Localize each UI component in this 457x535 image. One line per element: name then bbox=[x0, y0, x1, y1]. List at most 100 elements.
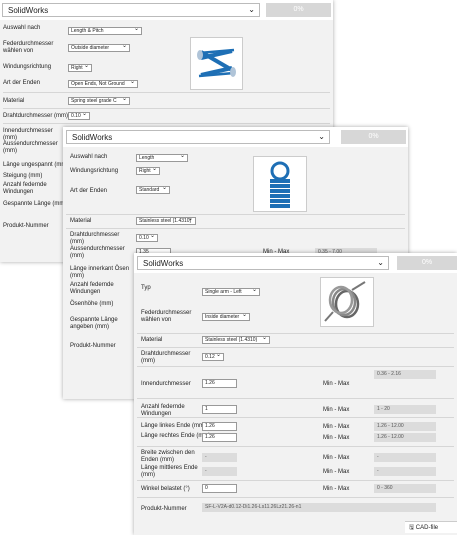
laenge-mittel-input: - bbox=[202, 467, 237, 476]
divider bbox=[3, 123, 330, 124]
breite-input: - bbox=[202, 453, 237, 462]
divider bbox=[137, 497, 454, 498]
chevron-down-icon: ⌄ bbox=[377, 258, 384, 267]
typ-label: Typ bbox=[141, 285, 151, 291]
app-select[interactable]: SolidWorks ⌄ bbox=[2, 3, 260, 17]
app-select-value: SolidWorks bbox=[143, 259, 184, 268]
enden-select[interactable]: Standard bbox=[136, 186, 170, 194]
divider bbox=[137, 480, 454, 481]
aussendurchmesser-label: Aussendurchmesser (mm) bbox=[70, 246, 125, 259]
divider bbox=[137, 417, 454, 418]
laenge-ungespannt-label: Länge ungespannt (mm) bbox=[3, 162, 69, 168]
divider bbox=[137, 366, 454, 367]
drahtdurchmesser-select[interactable]: 0.12 bbox=[202, 353, 224, 361]
breite-label: Breite zwischen den Enden (mm) bbox=[141, 450, 195, 463]
laenge-links-label: Länge linkes Ende (mm) bbox=[141, 423, 207, 429]
laenge-links-range: 1.26 - 12.00 bbox=[374, 422, 436, 431]
material-label: Material bbox=[141, 337, 163, 343]
typ-select[interactable]: Single arm - Left bbox=[202, 288, 260, 296]
spring-config-panel-torsion: SolidWorks ⌄ 0% Typ Single arm - Left Fe… bbox=[134, 253, 457, 535]
breite-minmax: Min - Max bbox=[323, 455, 350, 461]
auswahl-label: Auswahl nach bbox=[70, 154, 108, 160]
gespannte-laenge-label: Gespannte Länge angeben (mm) bbox=[70, 317, 118, 330]
chevron-down-icon: ⌄ bbox=[248, 5, 255, 14]
torsion-spring-image bbox=[320, 277, 374, 327]
auswahl-label: Auswahl nach bbox=[3, 25, 41, 31]
enden-label: Art der Enden bbox=[70, 188, 108, 194]
app-select-value: SolidWorks bbox=[8, 6, 49, 15]
breite-range: - bbox=[374, 453, 436, 462]
download-icon: 🖫 bbox=[409, 525, 415, 531]
oesenhoehe-label: Ösenhöhe (mm) bbox=[70, 301, 114, 307]
produkt-nummer-label: Produkt-Nummer bbox=[3, 223, 49, 229]
enden-select[interactable]: Open Ends, Not Ground bbox=[68, 80, 138, 88]
laenge-links-minmax: Min - Max bbox=[323, 424, 350, 430]
auswahl-select[interactable]: Length & Pitch bbox=[68, 27, 142, 35]
steigung-label: Steigung (mm) bbox=[3, 173, 43, 179]
federdurchmesser-label: Federdurchmesser wählen von bbox=[141, 310, 192, 323]
progress-indicator: 0% bbox=[397, 256, 457, 270]
anzahl-label: Anzahl federnde Windungen bbox=[141, 404, 185, 417]
winkel-input[interactable]: 0 bbox=[202, 484, 237, 493]
windungsrichtung-select[interactable]: Right bbox=[136, 167, 160, 175]
federdurchmesser-select[interactable]: Outside diameter bbox=[68, 44, 130, 52]
app-select-value: SolidWorks bbox=[72, 133, 113, 142]
material-label: Material bbox=[3, 98, 25, 104]
laenge-mittel-range: - bbox=[374, 467, 436, 476]
drahtdurchmesser-select[interactable]: 0.10 bbox=[136, 234, 158, 242]
divider bbox=[66, 228, 405, 229]
divider bbox=[137, 347, 454, 348]
divider bbox=[66, 214, 405, 215]
enden-label: Art der Enden bbox=[3, 80, 41, 86]
material-label: Material bbox=[70, 218, 92, 224]
windungsrichtung-label: Windungsrichtung bbox=[70, 168, 119, 174]
auswahl-select[interactable]: Length bbox=[136, 154, 188, 162]
produkt-nummer-label: Produkt-Nummer bbox=[141, 506, 187, 512]
progress-indicator: 0% bbox=[341, 130, 406, 144]
drahtdurchmesser-label: Drahtdurchmesser (mm) bbox=[3, 113, 69, 119]
compression-spring-icon bbox=[197, 48, 236, 78]
anzahl-input[interactable]: 1 bbox=[202, 405, 237, 414]
winkel-range: 0 - 360 bbox=[374, 484, 436, 493]
anzahl-range: 1 - 20 bbox=[374, 405, 436, 414]
laenge-innerkant-label: Länge innerkant Ösen (mm) bbox=[70, 266, 130, 279]
cad-file-label: CAD-file bbox=[415, 525, 439, 531]
drahtdurchmesser-label: Drahtdurchmesser (mm) bbox=[141, 351, 191, 364]
laenge-links-input[interactable]: 1.26 bbox=[202, 422, 237, 431]
produkt-nummer-value: SF-L-V2A-d0.12-Di1.26-Ls11.26Lz21.26-n1 bbox=[202, 503, 436, 512]
laenge-mittel-label: Länge mittleres Ende (mm) bbox=[141, 465, 198, 478]
laenge-rechts-range: 1.26 - 12.00 bbox=[374, 433, 436, 442]
innendurchmesser-label: Innendurchmesser (mm) bbox=[3, 128, 53, 141]
gespannte-laenge-label: Gespannte Länge (mm) bbox=[3, 201, 67, 207]
material-select[interactable]: Spring steel grade C bbox=[68, 97, 130, 105]
app-select[interactable]: SolidWorks ⌄ bbox=[137, 256, 389, 270]
winkel-label: Winkel belastet (°) bbox=[141, 486, 190, 492]
federdurchmesser-label: Federdurchmesser wählen von bbox=[3, 41, 54, 54]
innendurchmesser-range: 0.36 - 2.16 bbox=[374, 370, 436, 379]
divider bbox=[3, 92, 330, 93]
extension-spring-image bbox=[253, 156, 307, 212]
laenge-rechts-input[interactable]: 1.26 bbox=[202, 433, 237, 442]
laenge-rechts-minmax: Min - Max bbox=[323, 435, 350, 441]
anzahl-label: Anzahl federnde Windungen bbox=[3, 182, 47, 195]
divider bbox=[137, 398, 454, 399]
progress-indicator: 0% bbox=[266, 3, 331, 17]
divider bbox=[137, 446, 454, 447]
innendurchmesser-input[interactable]: 1.26 bbox=[202, 379, 237, 388]
material-select[interactable]: Stainless steel (1.4310) bbox=[202, 336, 270, 344]
drahtdurchmesser-label: Drahtdurchmesser (mm) bbox=[70, 232, 120, 245]
divider bbox=[137, 333, 454, 334]
produkt-nummer-label: Produkt-Nummer bbox=[70, 343, 116, 349]
material-select[interactable]: Stainless steel (1.4310) bbox=[136, 217, 196, 225]
aussendurchmesser-label: Aussendurchmesser (mm) bbox=[3, 141, 58, 154]
federdurchmesser-select[interactable]: Inside diameter bbox=[202, 313, 250, 321]
divider bbox=[3, 108, 330, 109]
app-select[interactable]: SolidWorks ⌄ bbox=[66, 130, 330, 144]
laenge-mittel-minmax: Min - Max bbox=[323, 469, 350, 475]
drahtdurchmesser-select[interactable]: 0.10 bbox=[68, 112, 90, 120]
cad-file-button[interactable]: 🖫 CAD-file bbox=[405, 521, 457, 533]
extension-spring-icon bbox=[270, 161, 290, 208]
anzahl-label: Anzahl federnde Windungen bbox=[70, 282, 114, 295]
windungsrichtung-select[interactable]: Right bbox=[68, 64, 92, 72]
compression-spring-image bbox=[190, 37, 243, 90]
